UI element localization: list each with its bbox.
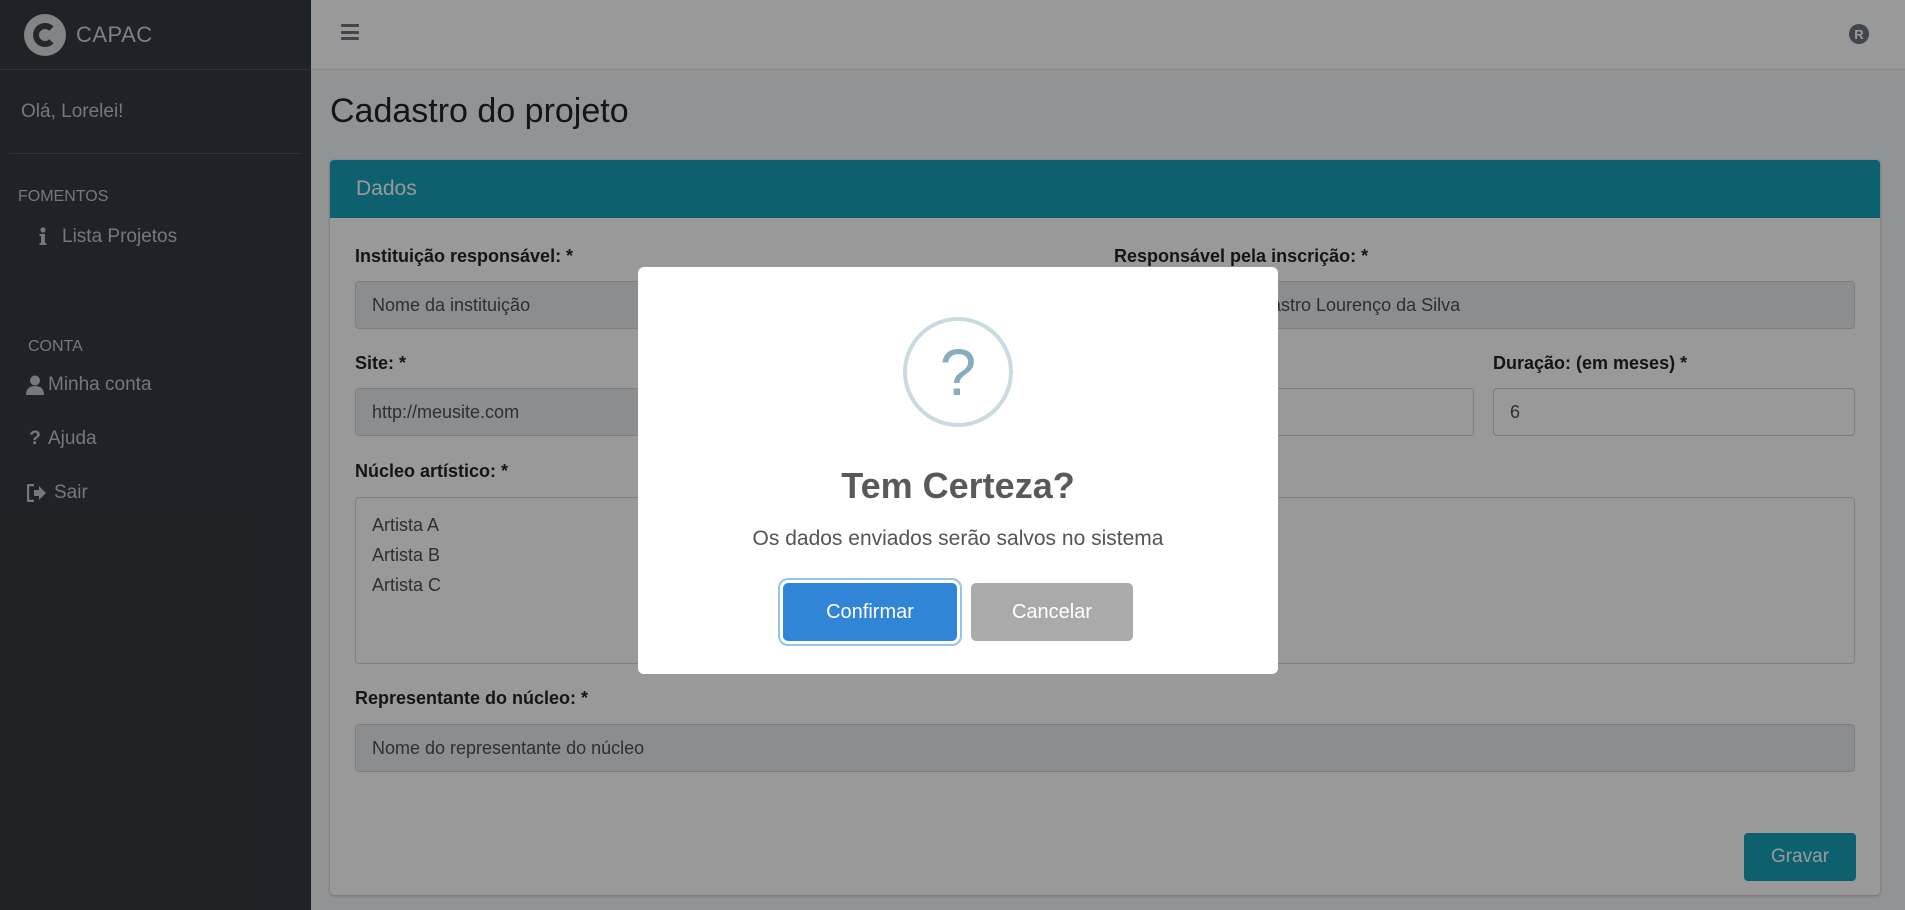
cancel-button[interactable]: Cancelar [971,583,1133,641]
confirm-button[interactable]: Confirmar [783,583,957,641]
confirm-dialog: ? Tem Certeza? Os dados enviados serão s… [638,267,1278,674]
dialog-title: Tem Certeza? [841,465,1075,506]
dialog-message: Os dados enviados serão salvos no sistem… [752,527,1164,550]
question-circle-icon: ? [903,317,1013,427]
